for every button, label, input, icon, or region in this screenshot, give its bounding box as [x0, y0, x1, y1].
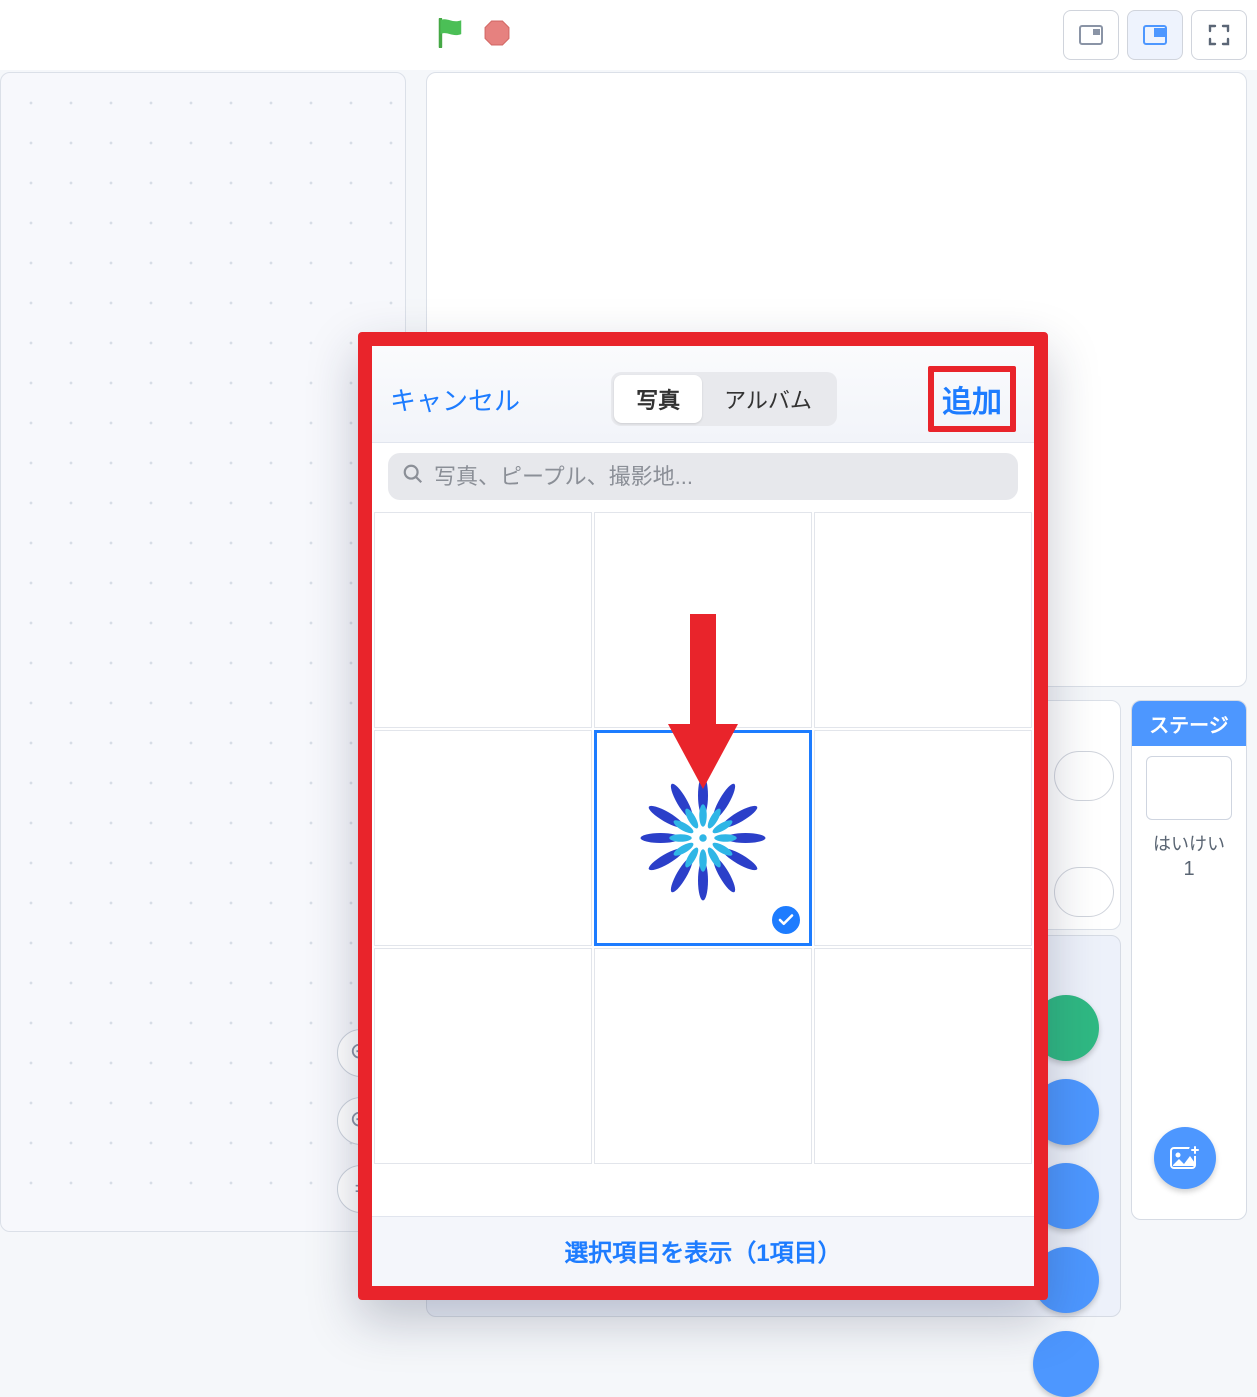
segment-albums[interactable]: アルバム [702, 375, 834, 423]
photo-cell[interactable] [374, 512, 592, 728]
code-workspace[interactable]: = [0, 72, 406, 1232]
photo-grid [372, 512, 1034, 1164]
cancel-button[interactable]: キャンセル [390, 381, 520, 418]
photo-cell[interactable] [374, 948, 592, 1164]
backdrop-label: はいけい [1132, 826, 1246, 858]
add-button-highlight: 追加 [928, 366, 1016, 432]
photo-cell[interactable] [374, 730, 592, 946]
search-bar[interactable] [388, 453, 1018, 500]
search-icon [402, 463, 424, 490]
add-button[interactable]: 追加 [942, 386, 1002, 419]
stage-header-label: ステージ [1132, 701, 1246, 746]
stage-column: ステージ はいけい 1 [1131, 700, 1247, 1220]
sprite-fab-choose[interactable] [1033, 1331, 1099, 1397]
photo-cell[interactable] [814, 512, 1032, 728]
photo-picker-modal: キャンセル 写真 アルバム 追加 [358, 332, 1048, 1300]
photo-cell[interactable] [814, 948, 1032, 1164]
backdrop-count: 1 [1132, 858, 1246, 891]
stage-thumbnail[interactable] [1146, 756, 1232, 820]
segment-photos[interactable]: 写真 [614, 375, 702, 423]
top-toolbar [0, 0, 1257, 70]
photo-cell-selected[interactable] [594, 730, 812, 946]
photo-cell[interactable] [814, 730, 1032, 946]
add-backdrop-button[interactable] [1154, 1127, 1216, 1189]
search-input[interactable] [434, 464, 1004, 490]
photo-cell[interactable] [594, 512, 812, 728]
picker-segment: 写真 アルバム [611, 372, 837, 426]
show-selection-button[interactable]: 選択項目を表示（1項目） [564, 1240, 841, 1267]
green-flag-icon[interactable] [438, 18, 466, 53]
selected-check-icon [769, 903, 803, 937]
photo-cell[interactable] [594, 948, 812, 1164]
fullscreen-button[interactable] [1191, 10, 1247, 60]
stop-icon[interactable] [484, 20, 510, 51]
small-stage-button[interactable] [1063, 10, 1119, 60]
large-stage-button[interactable] [1127, 10, 1183, 60]
